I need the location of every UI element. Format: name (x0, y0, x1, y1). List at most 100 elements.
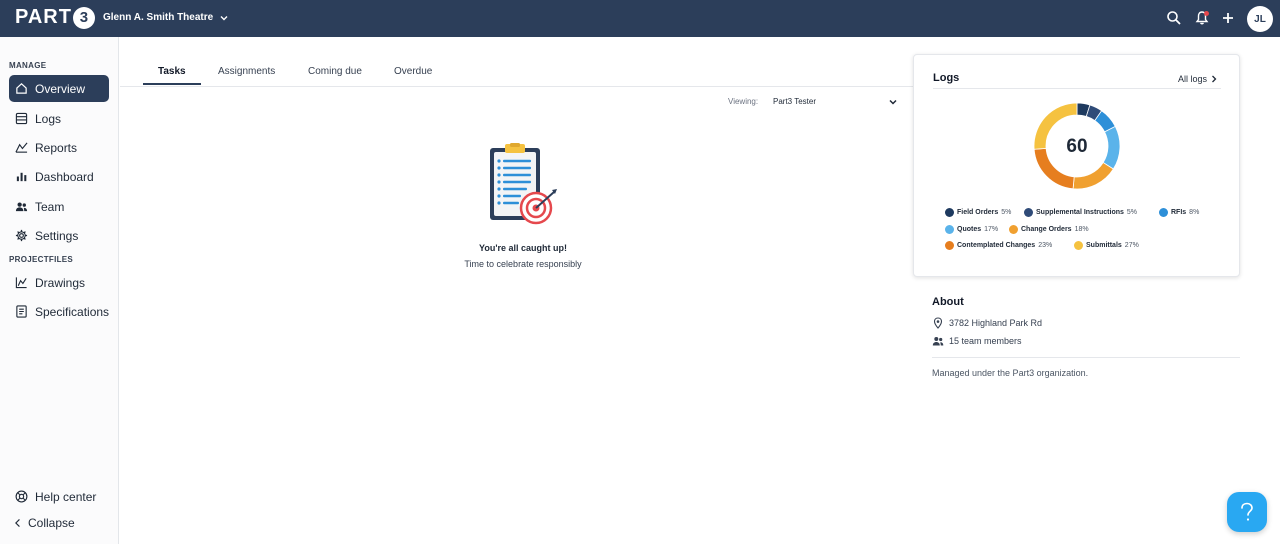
sidebar-item-dashboard[interactable]: Dashboard (9, 163, 109, 190)
legend-dot (1074, 241, 1083, 250)
drawing-icon (15, 277, 27, 289)
legend-percent: 17% (984, 226, 999, 233)
logo-text: PART (15, 6, 72, 28)
all-logs-label: All logs (1178, 74, 1208, 84)
collapse-button[interactable]: Collapse (9, 509, 109, 536)
legend-dot (945, 208, 954, 217)
help-center-link[interactable]: Help center (9, 483, 109, 510)
tab-tasks[interactable]: Tasks (158, 66, 186, 77)
about-title: About (932, 296, 964, 308)
legend-name: Change Orders (1021, 226, 1072, 233)
organization-note: Managed under the Part3 organization. (932, 368, 1089, 378)
legend-percent: 23% (1038, 242, 1053, 249)
legend-name: Quotes (957, 226, 982, 233)
user-avatar[interactable]: JL (1247, 6, 1273, 32)
tab-coming-due[interactable]: Coming due (308, 66, 362, 77)
chevron-right-icon (1212, 75, 1217, 83)
sidebar: MANAGE Overview Logs Reports Dashboard T… (0, 37, 119, 544)
gear-icon (15, 229, 28, 242)
tab-assignments[interactable]: Assignments (218, 66, 275, 77)
empty-state-title: You're all caught up! (479, 243, 567, 253)
top-bar: PART 3 Glenn A. Smith Theatre JL (0, 0, 1280, 37)
logs-card-title: Logs (933, 72, 960, 84)
legend-name: Submittals (1086, 242, 1122, 249)
sidebar-item-label: Overview (35, 81, 86, 96)
location-pin-icon (933, 317, 943, 329)
about-team: 15 team members (932, 335, 1022, 347)
sidebar-item-label: Drawings (35, 275, 86, 290)
legend-item-change-orders: Change Orders 18% (1009, 225, 1089, 234)
help-center-label: Help center (35, 489, 97, 504)
about-address: 3782 Highland Park Rd (932, 317, 1042, 329)
viewing-value: Part3 Tester (773, 97, 816, 106)
collapse-label: Collapse (28, 515, 75, 530)
legend-name: Supplemental Instructions (1036, 209, 1124, 216)
document-icon (16, 305, 27, 318)
legend-item-submittals: Submittals 27% (1074, 241, 1139, 250)
help-chat-button[interactable] (1227, 492, 1267, 532)
legend-percent: 5% (1001, 209, 1012, 216)
legend-dot (1009, 225, 1018, 234)
tab-overdue[interactable]: Overdue (394, 66, 432, 77)
bar-chart-icon (16, 172, 27, 182)
logs-donut-chart: 60 (1033, 102, 1121, 190)
legend-percent: 8% (1189, 209, 1200, 216)
sidebar-item-label: Specifications (35, 304, 110, 319)
project-name: Glenn A. Smith Theatre (103, 12, 214, 23)
plus-icon[interactable] (1220, 10, 1236, 26)
legend-percent: 5% (1126, 209, 1138, 216)
sidebar-item-team[interactable]: Team (9, 193, 109, 220)
donut-segment-change-orders (1072, 162, 1114, 190)
part3-logo[interactable]: PART 3 (15, 6, 95, 29)
sidebar-item-settings[interactable]: Settings (9, 222, 109, 249)
logs-total: 60 (1066, 136, 1087, 157)
chevron-down-icon (220, 15, 228, 20)
people-icon (932, 337, 944, 346)
donut-segment-quotes (1102, 125, 1121, 170)
help-circle-icon (15, 490, 28, 503)
legend-dot (945, 225, 954, 234)
task-tabs: Tasks Assignments Coming due Overdue (120, 37, 913, 87)
sidebar-item-label: Logs (35, 111, 62, 126)
chart-line-icon (15, 142, 28, 153)
legend-name: Field Orders (957, 209, 999, 216)
notification-badge (1204, 11, 1209, 16)
chevron-left-icon (15, 518, 20, 527)
team-members-text: 15 team members (949, 336, 1022, 346)
home-icon (16, 83, 27, 94)
divider (933, 88, 1221, 89)
sidebar-item-label: Team (35, 199, 65, 214)
divider (932, 357, 1240, 358)
legend-dot (945, 241, 954, 250)
people-icon (15, 202, 28, 212)
projectfiles-section-label: PROJECTFILES (9, 255, 74, 264)
empty-state-subtitle: Time to celebrate responsibly (464, 259, 582, 269)
logo-mark: 3 (72, 6, 95, 29)
question-mark-icon (1241, 502, 1253, 521)
sidebar-item-overview[interactable]: Overview (9, 75, 109, 102)
legend-dot (1159, 208, 1168, 217)
address-text: 3782 Highland Park Rd (949, 318, 1043, 328)
sidebar-item-drawings[interactable]: Drawings (9, 269, 109, 296)
clipboard-target-icon (490, 143, 557, 225)
sidebar-item-label: Reports (35, 140, 78, 155)
legend-name: Contemplated Changes (957, 242, 1036, 249)
sidebar-item-label: Dashboard (35, 169, 94, 184)
legend-dot (1024, 208, 1033, 217)
legend-percent: 27% (1124, 242, 1139, 249)
sidebar-item-label: Settings (35, 228, 79, 243)
legend-name: RFIs (1171, 209, 1187, 216)
sidebar-item-logs[interactable]: Logs (9, 105, 109, 132)
search-icon[interactable] (1166, 10, 1182, 26)
list-icon (15, 112, 28, 125)
legend-percent: 18% (1074, 226, 1089, 233)
legend-item-supplemental-instructions: Supplemental Instructions 5% (1024, 208, 1137, 217)
manage-section-label: MANAGE (9, 61, 47, 70)
chevron-down-icon (889, 99, 897, 105)
sidebar-item-reports[interactable]: Reports (9, 134, 109, 161)
sidebar-item-specifications[interactable]: Specifications (9, 298, 109, 325)
project-switcher[interactable]: Glenn A. Smith Theatre (103, 12, 229, 23)
all-logs-link[interactable]: All logs (1178, 74, 1218, 84)
legend-item-quotes: Quotes 17% (945, 225, 998, 234)
logs-card: Logs All logs 60 Field Orders 5% Supplem… (913, 54, 1240, 277)
